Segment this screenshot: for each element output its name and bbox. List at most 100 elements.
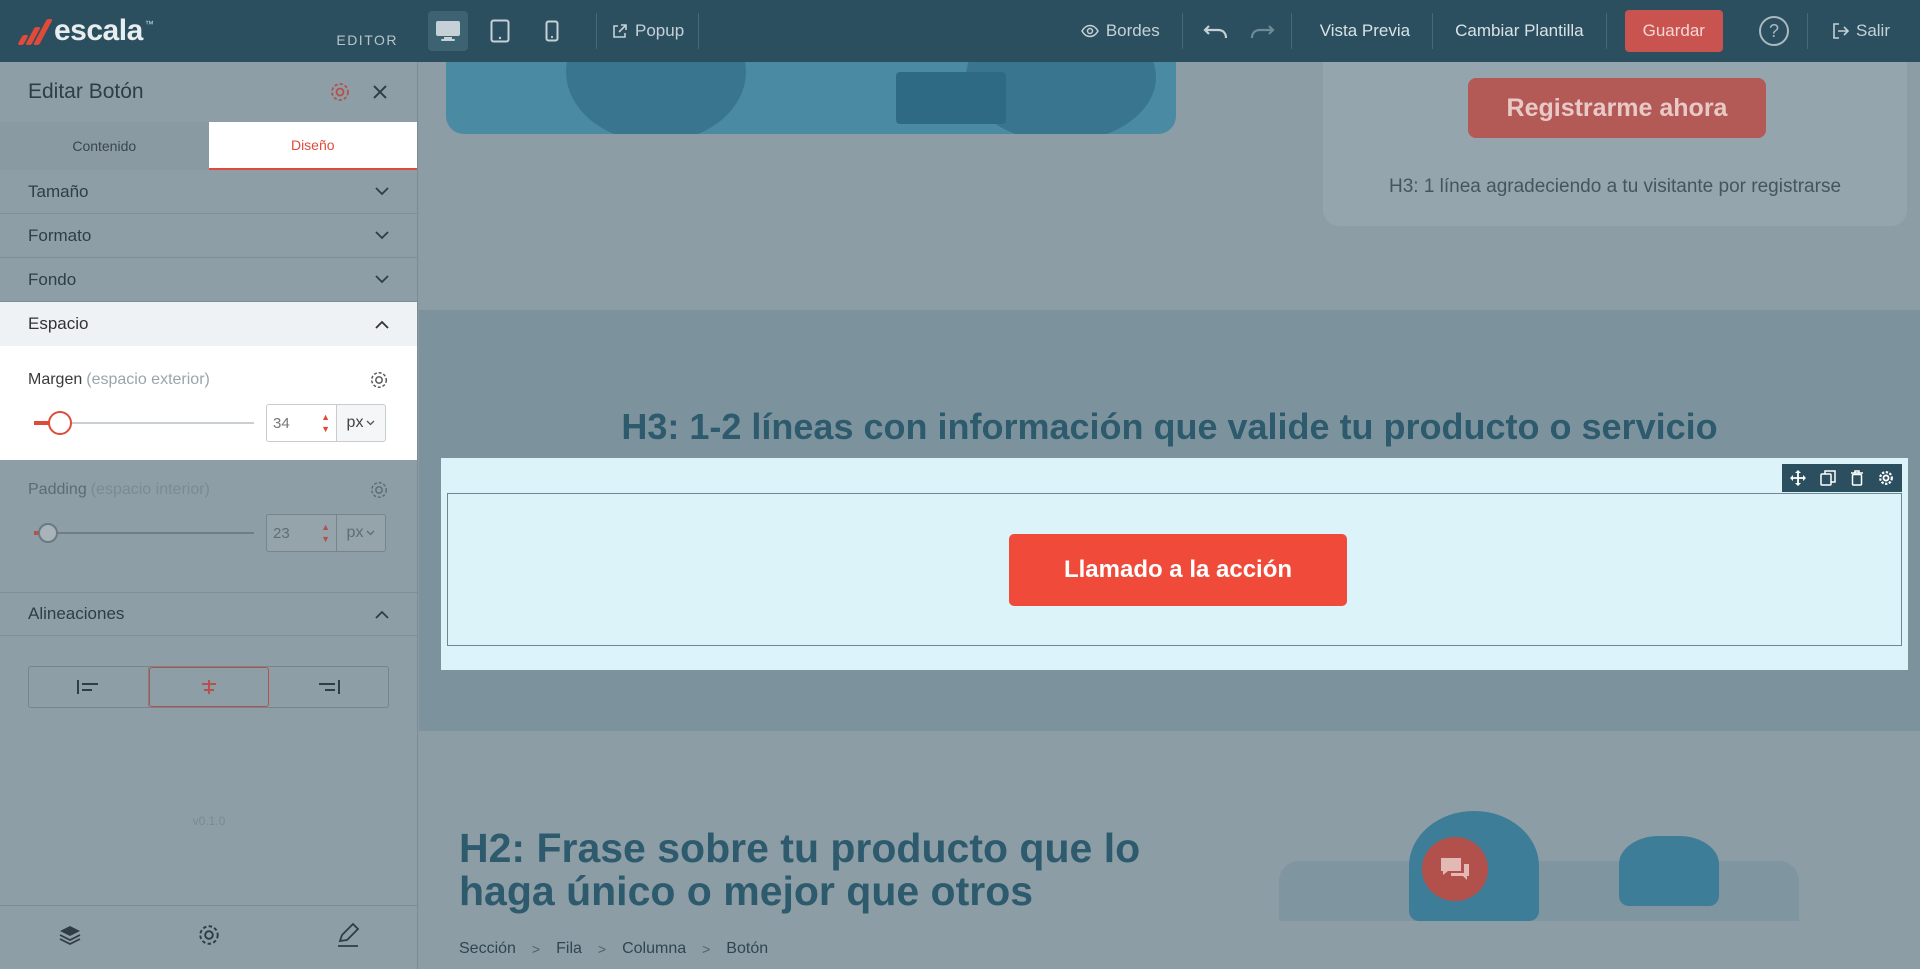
panel-title: Editar Botón xyxy=(28,80,144,103)
accordion-alignments[interactable]: Alineaciones xyxy=(0,592,417,636)
exit-button[interactable]: Salir xyxy=(1808,21,1920,41)
margin-slider[interactable] xyxy=(28,410,254,436)
chat-button[interactable] xyxy=(1422,837,1488,901)
tab-contenido[interactable]: Contenido xyxy=(0,122,209,170)
save-button[interactable]: Guardar xyxy=(1624,10,1723,52)
padding-settings-gear-icon[interactable] xyxy=(369,480,389,500)
register-button[interactable]: Registrarme ahora xyxy=(1468,78,1766,138)
accordion-background-label: Fondo xyxy=(28,269,77,289)
settings-gear-icon[interactable] xyxy=(1878,470,1894,486)
external-link-icon xyxy=(613,23,627,38)
exit-label: Salir xyxy=(1855,21,1890,40)
editor-label: EDITOR xyxy=(336,32,398,48)
validation-heading[interactable]: H3: 1-2 líneas con información que valid… xyxy=(419,406,1920,448)
panel-header: Editar Botón xyxy=(0,62,417,122)
top-bar: escala ™ EDITOR Popup Bordes Vista Previ… xyxy=(0,0,1920,62)
duplicate-icon[interactable] xyxy=(1820,470,1836,486)
register-card: Registrarme ahora H3: 1 línea agradecien… xyxy=(1323,62,1907,226)
accordion-space-label: Espacio xyxy=(28,314,89,333)
padding-value-field[interactable]: ▲▼ xyxy=(266,514,336,552)
element-toolbar xyxy=(1782,464,1902,492)
padding-unit-select[interactable]: px xyxy=(336,514,386,552)
accordion-size[interactable]: Tamaño xyxy=(0,170,417,214)
breadcrumb-row[interactable]: Fila xyxy=(556,940,582,958)
stepper-arrows-icon[interactable]: ▲ ▼ xyxy=(321,521,330,545)
padding-control: Padding (espacio interior) ▲▼ px xyxy=(0,460,417,570)
breadcrumb-column[interactable]: Columna xyxy=(622,940,686,958)
settings-gear-icon[interactable] xyxy=(329,81,351,103)
chevron-down-icon xyxy=(366,530,375,536)
margin-value-input[interactable] xyxy=(273,414,313,432)
undo-button[interactable] xyxy=(1193,11,1239,51)
edit-panel: Editar Botón Contenido Diseño Tamaño For… xyxy=(0,62,418,969)
borders-toggle[interactable]: Bordes xyxy=(1080,11,1182,51)
preview-button[interactable]: Vista Previa xyxy=(1298,21,1432,41)
help-icon[interactable]: ? xyxy=(1758,16,1789,46)
chevron-down-icon xyxy=(375,187,389,196)
padding-label: Padding xyxy=(28,481,87,498)
pen-icon[interactable] xyxy=(336,922,360,952)
page-canvas: Registrarme ahora H3: 1 línea agradecien… xyxy=(419,62,1920,969)
redo-button[interactable] xyxy=(1239,11,1285,51)
popup-button[interactable]: Popup xyxy=(611,11,684,51)
padding-hint: (espacio interior) xyxy=(90,481,210,498)
desktop-view-button[interactable] xyxy=(428,11,468,51)
mobile-icon xyxy=(545,20,559,42)
escala-logo-icon xyxy=(17,17,53,45)
eye-icon xyxy=(1080,24,1099,38)
borders-label: Bordes xyxy=(1105,21,1160,40)
margin-hint: (espacio exterior) xyxy=(86,371,210,388)
accordion-format-label: Formato xyxy=(28,225,92,245)
toolbar-divider xyxy=(1605,13,1607,49)
section-register[interactable]: Registrarme ahora H3: 1 línea agradecien… xyxy=(419,62,1920,310)
move-icon[interactable] xyxy=(1790,470,1806,486)
padding-value-input[interactable] xyxy=(273,524,313,542)
brand: escala ™ EDITOR xyxy=(0,0,418,62)
chevron-up-icon xyxy=(375,320,389,329)
align-right-icon xyxy=(318,680,340,694)
alignment-buttons xyxy=(28,666,389,708)
toolbar-divider xyxy=(596,13,597,49)
accordion-space[interactable]: Espacio xyxy=(0,302,417,346)
toolbar-divider xyxy=(1290,13,1292,49)
align-center-icon xyxy=(202,680,216,694)
trash-icon[interactable] xyxy=(1850,470,1864,486)
unique-heading[interactable]: H2: Frase sobre tu producto que lo haga … xyxy=(459,827,1179,913)
padding-slider-handle[interactable] xyxy=(38,523,58,543)
change-template-button[interactable]: Cambiar Plantilla xyxy=(1433,21,1606,41)
settings-gear-icon[interactable] xyxy=(197,923,221,952)
layers-icon[interactable] xyxy=(58,924,82,951)
chevron-down-icon xyxy=(375,231,389,240)
hero-illustration xyxy=(446,62,1176,134)
mobile-view-button[interactable] xyxy=(532,11,572,51)
accordion-format[interactable]: Formato xyxy=(0,214,417,258)
padding-slider[interactable] xyxy=(28,520,254,546)
chevron-down-icon xyxy=(375,275,389,284)
breadcrumb-section[interactable]: Sección xyxy=(459,940,516,958)
close-icon[interactable] xyxy=(371,83,389,101)
section-validation[interactable]: H3: 1-2 líneas con información que valid… xyxy=(419,310,1920,731)
accordion-background[interactable]: Fondo xyxy=(0,258,417,302)
selected-button-row[interactable]: Llamado a la acción xyxy=(441,458,1908,670)
redo-icon xyxy=(1250,25,1275,39)
margin-value-field[interactable]: ▲▼ xyxy=(266,404,336,442)
tab-diseno[interactable]: Diseño xyxy=(208,122,417,170)
register-text[interactable]: H3: 1 línea agradeciendo a tu visitante … xyxy=(1323,176,1907,198)
version-label: v0.1.0 xyxy=(192,814,226,828)
chevron-right-icon: > xyxy=(702,941,711,957)
breadcrumb-button[interactable]: Botón xyxy=(726,940,768,958)
margin-settings-gear-icon[interactable] xyxy=(369,370,389,390)
section-unique[interactable]: H2: Frase sobre tu producto que lo haga … xyxy=(419,731,1920,969)
align-left-button[interactable] xyxy=(29,667,149,707)
align-center-button[interactable] xyxy=(148,667,270,707)
tablet-icon xyxy=(490,19,510,43)
tablet-view-button[interactable] xyxy=(480,11,520,51)
button-element-outline: Llamado a la acción xyxy=(447,493,1902,646)
cta-button[interactable]: Llamado a la acción xyxy=(1009,534,1347,606)
margin-unit-select[interactable]: px xyxy=(336,404,386,442)
brand-name: escala xyxy=(54,14,143,47)
align-right-button[interactable] xyxy=(269,667,388,707)
chart-illustration-icon xyxy=(896,72,1006,124)
stepper-arrows-icon[interactable]: ▲ ▼ xyxy=(321,411,330,435)
margin-slider-handle[interactable] xyxy=(48,411,72,435)
